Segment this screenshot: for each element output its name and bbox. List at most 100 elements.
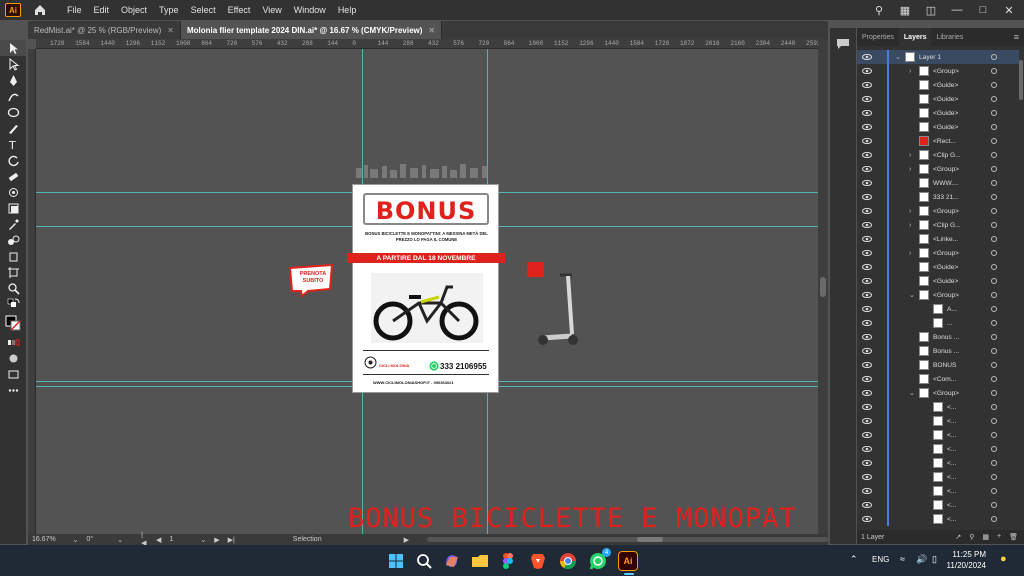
rotate-tool-icon[interactable] [0,152,26,168]
scroll-thumb[interactable] [636,537,663,542]
canvas-vertical-scrollbar[interactable] [818,39,828,534]
layer-row[interactable]: › <Group> [857,204,1019,218]
eyedropper-icon[interactable] [0,216,26,232]
layer-row[interactable]: A... [857,302,1019,316]
eye-icon[interactable] [862,502,872,508]
target-circle-icon[interactable] [991,376,997,382]
eye-icon[interactable] [862,334,872,340]
chevron-down-icon[interactable]: ⌄ [117,536,123,544]
date-banner[interactable]: A PARTIRE DAL 18 NOVEMBRE [347,253,505,263]
layer-row[interactable]: <... [857,400,1019,414]
arrange-icon[interactable]: ◫ [924,3,938,17]
chevron-right-icon[interactable]: › [909,208,911,215]
layer-name[interactable]: <Com... [933,376,956,383]
eye-icon[interactable] [862,152,872,158]
chevron-up-icon[interactable]: ⌃ [850,554,858,565]
layer-name[interactable]: <Group> [933,166,959,173]
shop-logo-icon[interactable] [364,356,377,369]
target-circle-icon[interactable] [991,68,997,74]
last-artboard-icon[interactable]: ▶| [228,536,235,544]
layer-row[interactable]: <Guide> [857,260,1019,274]
eye-icon[interactable] [862,516,872,522]
layer-name[interactable]: <Rect... [933,138,956,145]
clock[interactable]: 11:25 PM 11/20/2024 [947,549,986,571]
illustrator-taskbar-icon[interactable]: Ai [618,551,638,571]
chevron-down-icon[interactable]: ⌄ [72,536,78,544]
whatsapp-icon[interactable] [429,361,439,371]
eye-icon[interactable] [862,250,872,256]
shape-builder-icon[interactable] [0,200,26,216]
layer-row[interactable]: <Com... [857,372,1019,386]
eye-icon[interactable] [862,418,872,424]
layer-row[interactable]: › <Clip G... [857,148,1019,162]
more-tools-icon[interactable] [0,382,26,398]
layer-name[interactable]: BONUS [933,362,956,369]
target-circle-icon[interactable] [991,418,997,424]
target-circle-icon[interactable] [991,264,997,270]
layer-row[interactable]: <... [857,512,1019,526]
target-circle-icon[interactable] [991,390,997,396]
eye-icon[interactable] [862,110,872,116]
target-circle-icon[interactable] [991,292,997,298]
eye-icon[interactable] [862,278,872,284]
layer-row[interactable]: <Guide> [857,78,1019,92]
target-circle-icon[interactable] [991,138,997,144]
search-icon[interactable]: ⚲ [872,3,886,17]
layer-row[interactable]: ⌄ Layer 1 [857,50,1019,64]
volume-icon[interactable]: 🔊 [916,554,927,565]
layer-row[interactable]: › <Group> [857,246,1019,260]
layer-name[interactable]: <... [947,460,956,467]
layer-name[interactable]: <Group> [933,292,959,299]
menu-edit[interactable]: Edit [92,5,112,15]
website-text[interactable]: WWW.CICLIMOLONIASHOP.IT - 090363021 [373,380,454,385]
workspace-icon[interactable]: ▦ [898,3,912,17]
layer-row[interactable]: <... [857,442,1019,456]
layer-name[interactable]: 333 21... [933,194,959,201]
eye-icon[interactable] [862,306,872,312]
maximize-icon[interactable]: □ [976,3,990,17]
clip-icon[interactable]: ▦ [982,533,989,541]
target-circle-icon[interactable] [991,166,997,172]
layer-name[interactable]: <Guide> [933,96,958,103]
eye-icon[interactable] [862,474,872,480]
artboard-number[interactable]: 1 [169,536,192,543]
file-explorer-icon[interactable] [470,551,490,571]
layer-row[interactable]: <Guide> [857,274,1019,288]
figma-icon[interactable] [498,551,518,571]
tab-libraries[interactable]: Libraries [931,28,968,46]
selection-tool-icon[interactable] [0,40,26,56]
windows-start-icon[interactable] [386,551,406,571]
badge-text[interactable]: PRENOTA SUBITO [294,271,332,285]
layer-name[interactable]: Layer 1 [919,54,941,61]
layer-row[interactable]: WWW.... [857,176,1019,190]
ellipse-tool-icon[interactable] [0,104,26,120]
layer-name[interactable]: <Guide> [933,110,958,117]
layer-name[interactable]: A... [947,306,957,313]
color-mode-icon[interactable] [0,334,26,350]
layer-name[interactable]: WWW.... [933,180,959,187]
eye-icon[interactable] [862,138,872,144]
target-circle-icon[interactable] [991,488,997,494]
menu-window[interactable]: Window [292,5,328,15]
layer-row[interactable]: <Linke... [857,232,1019,246]
chevron-down-icon[interactable]: ⌄ [895,53,901,61]
target-circle-icon[interactable] [991,432,997,438]
menu-type[interactable]: Type [157,5,181,15]
chevron-down-icon[interactable]: ⌄ [200,536,206,544]
eye-icon[interactable] [862,68,872,74]
target-circle-icon[interactable] [991,96,997,102]
layer-row[interactable]: BONUS [857,358,1019,372]
close-icon[interactable]: ✕ [167,26,174,35]
tab-molonia[interactable]: Molonia flier template 2024 DIN.ai* @ 16… [180,21,443,39]
eye-icon[interactable] [862,362,872,368]
target-circle-icon[interactable] [991,236,997,242]
delete-icon[interactable]: 🗑 [1009,533,1018,541]
target-circle-icon[interactable] [991,152,997,158]
layer-name[interactable]: <... [947,502,956,509]
target-circle-icon[interactable] [991,474,997,480]
eye-icon[interactable] [862,488,872,494]
bonus-headline[interactable]: BONUS [365,197,487,225]
menu-view[interactable]: View [260,5,283,15]
canvas[interactable]: BONUS BONUS BICICLETTE E MONOPATTINI: A … [36,49,818,534]
panel-menu-icon[interactable]: ≡ [1014,32,1019,42]
